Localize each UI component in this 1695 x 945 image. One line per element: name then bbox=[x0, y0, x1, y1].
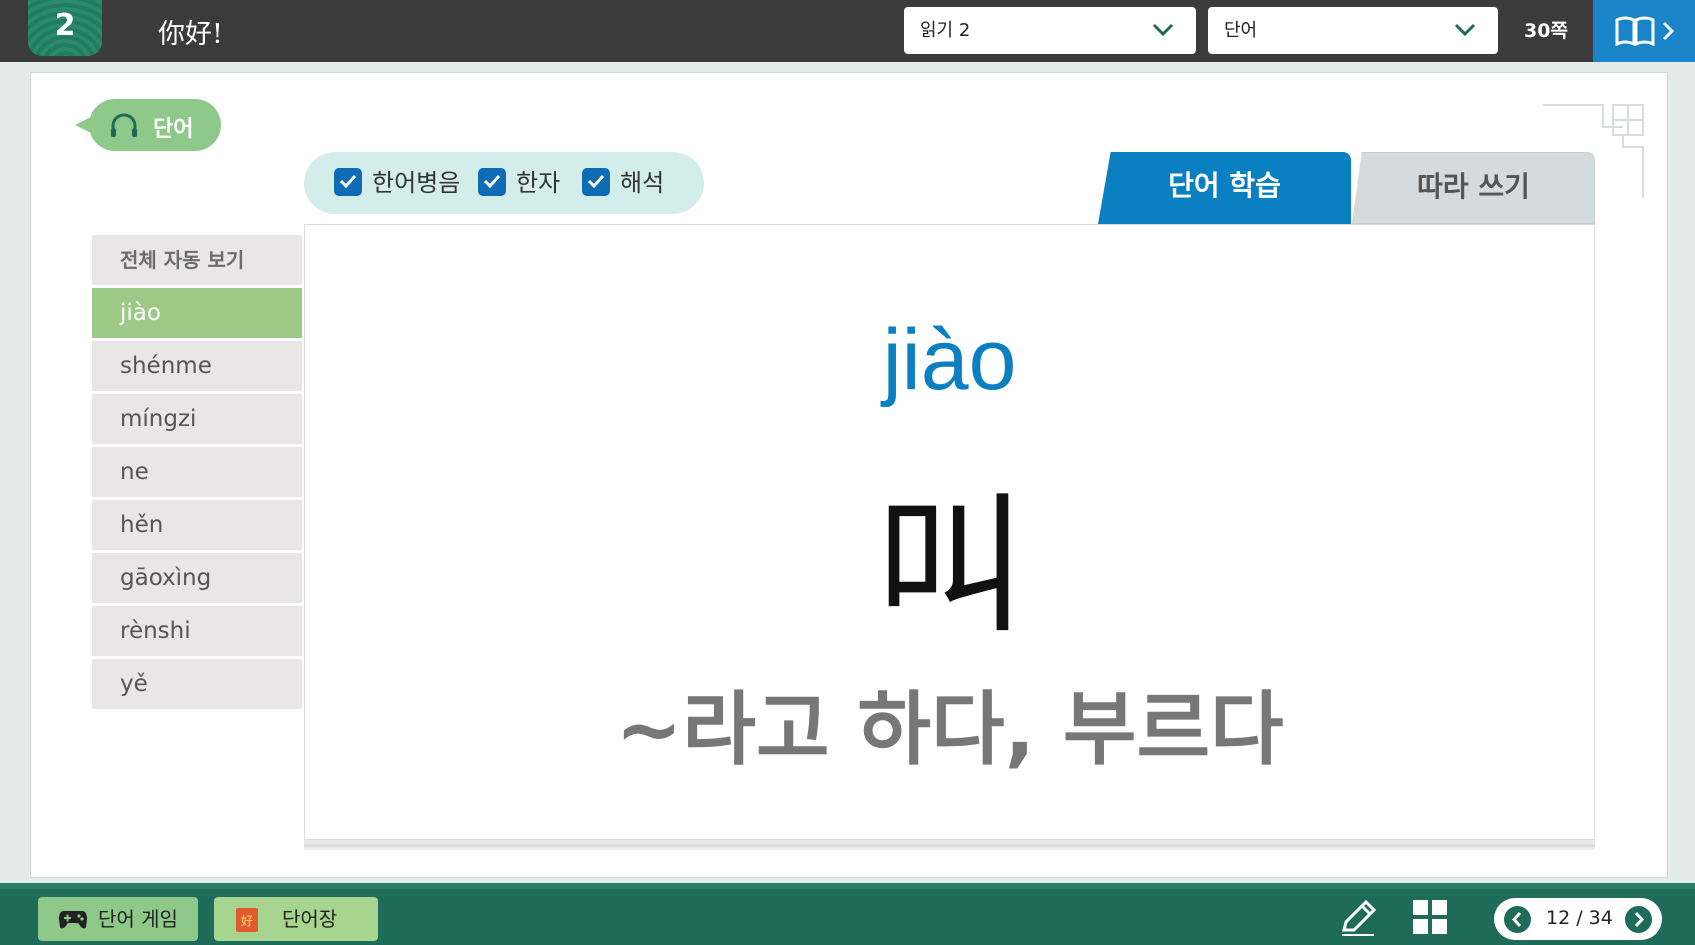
section-select[interactable]: 단어 bbox=[1208, 7, 1498, 54]
auto-play-all-button[interactable]: 전체 자동 보기 bbox=[92, 235, 302, 285]
lesson-title: 你好! bbox=[158, 19, 223, 50]
chevron-right-icon bbox=[1634, 911, 1645, 928]
tab-trace-writing[interactable]: 따라 쓰기 bbox=[1352, 152, 1595, 224]
option-hanzi[interactable]: 한자 bbox=[478, 167, 560, 199]
reading-select[interactable]: 읽기 2 bbox=[904, 7, 1196, 54]
word-game-label: 단어 게임 bbox=[98, 907, 178, 931]
page-counter: 12 / 34 bbox=[1546, 907, 1613, 929]
list-item[interactable]: rènshi bbox=[92, 606, 302, 656]
list-item[interactable]: gāoxìng bbox=[92, 553, 302, 603]
headphone-icon bbox=[111, 113, 137, 137]
checkbox-checked-icon bbox=[582, 168, 610, 196]
textbook-button[interactable] bbox=[1593, 0, 1695, 62]
section-select-value: 단어 bbox=[1224, 20, 1258, 41]
word-audio-badge[interactable]: 단어 bbox=[75, 99, 221, 151]
page-navigator: 12 / 34 bbox=[1494, 898, 1662, 940]
word-audio-label: 단어 bbox=[153, 117, 194, 142]
next-page-button[interactable] bbox=[1625, 906, 1652, 933]
vocab-book-icon: 好 bbox=[236, 908, 258, 932]
chevron-right-icon bbox=[1662, 21, 1675, 41]
word-meaning[interactable]: ~라고 하다, 부르다 bbox=[305, 665, 1594, 781]
grid-menu-icon[interactable] bbox=[1412, 899, 1448, 935]
list-item[interactable]: hěn bbox=[92, 500, 302, 550]
option-label: 해석 bbox=[620, 169, 665, 197]
option-pinyin[interactable]: 한어병음 bbox=[334, 167, 460, 199]
vocabulary-book-button[interactable]: 好 단어장 bbox=[214, 897, 378, 941]
word-display-panel: jiào 叫 ~라고 하다, 부르다 bbox=[304, 224, 1595, 840]
page-label: 30쪽 bbox=[1524, 20, 1568, 42]
chevron-down-icon bbox=[1454, 23, 1476, 37]
list-item[interactable]: shénme bbox=[92, 341, 302, 391]
book-icon bbox=[1615, 16, 1655, 46]
chevron-down-icon bbox=[1152, 23, 1174, 37]
prev-page-button[interactable] bbox=[1504, 906, 1531, 933]
pencil-icon[interactable] bbox=[1338, 898, 1378, 938]
chevron-left-icon bbox=[1511, 911, 1522, 928]
bottom-bar: 단어 게임 好 단어장 12 / 34 bbox=[0, 883, 1695, 945]
word-hanzi[interactable]: 叫 bbox=[305, 445, 1594, 662]
word-pinyin[interactable]: jiào bbox=[305, 311, 1594, 410]
gamepad-icon bbox=[59, 911, 87, 929]
vocab-icon-char: 好 bbox=[241, 914, 253, 928]
checkbox-checked-icon bbox=[334, 168, 362, 196]
option-label: 한자 bbox=[516, 169, 561, 197]
display-options: 한어병음 한자 해석 bbox=[304, 152, 704, 214]
list-item[interactable]: yě bbox=[92, 659, 302, 709]
top-bar: 2 你好! 읽기 2 단어 30쪽 bbox=[0, 0, 1695, 62]
list-item[interactable]: ne bbox=[92, 447, 302, 497]
tab-word-study[interactable]: 단어 학습 bbox=[1098, 152, 1351, 224]
option-meaning[interactable]: 해석 bbox=[582, 167, 664, 199]
checkbox-checked-icon bbox=[478, 168, 506, 196]
word-list: 전체 자동 보기 jiào shénme míngzi ne hěn gāoxì… bbox=[92, 235, 302, 712]
lesson-number-badge: 2 bbox=[28, 0, 102, 56]
list-item[interactable]: jiào bbox=[92, 288, 302, 338]
word-game-button[interactable]: 단어 게임 bbox=[38, 897, 198, 941]
list-item[interactable]: míngzi bbox=[92, 394, 302, 444]
option-label: 한어병음 bbox=[372, 169, 461, 197]
reading-select-value: 읽기 2 bbox=[920, 20, 971, 41]
vocabulary-book-label: 단어장 bbox=[282, 907, 338, 931]
